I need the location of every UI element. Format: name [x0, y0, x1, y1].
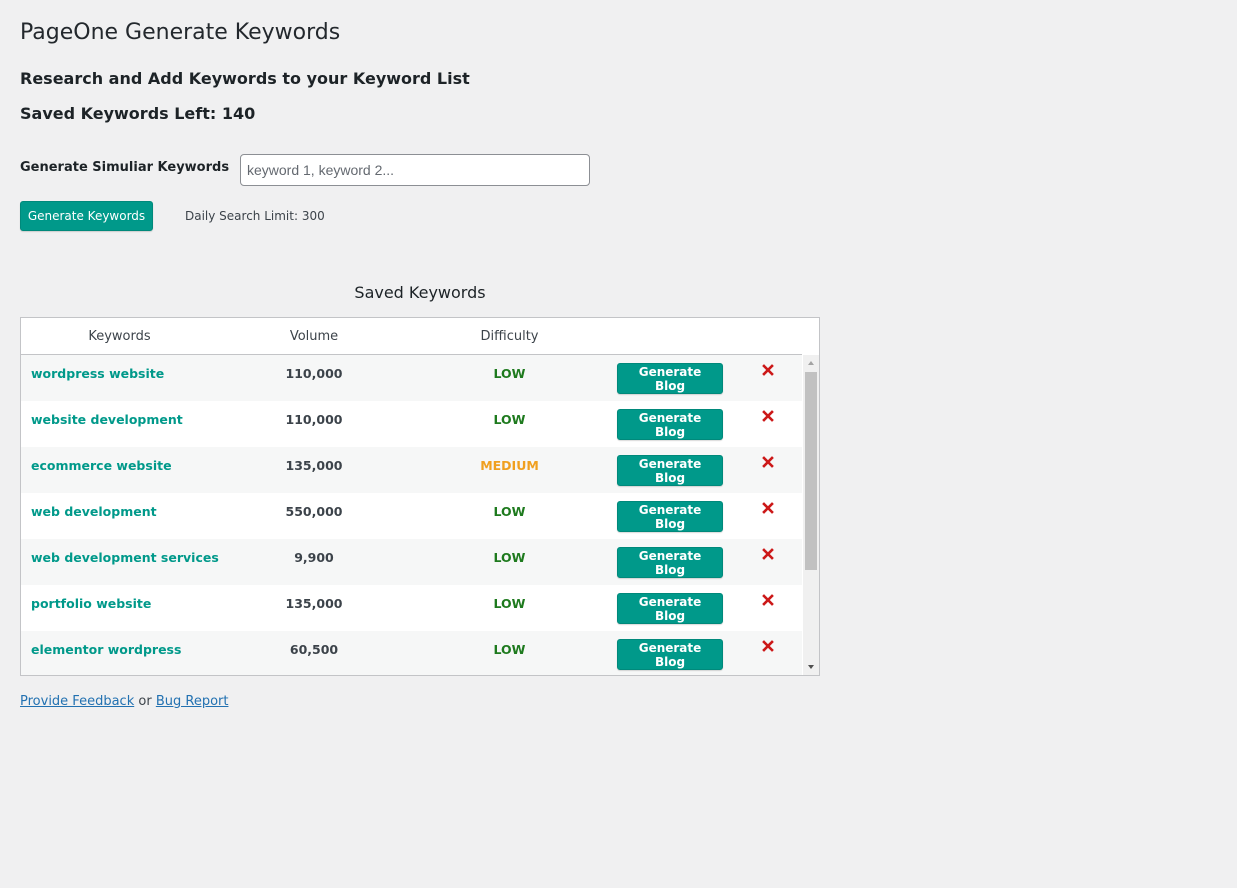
table-row: web development services 9,900 LOW Generate… — [21, 539, 802, 585]
close-icon[interactable] — [761, 547, 775, 561]
keyword-link[interactable]: website development — [31, 412, 183, 427]
generate-keywords-button[interactable]: Generate Keywords — [20, 201, 153, 231]
generate-blog-button[interactable]: Generate Blog — [617, 363, 723, 394]
saved-keywords-heading: Saved Keywords — [354, 283, 486, 302]
keyword-link[interactable]: elementor wordpress — [31, 642, 181, 657]
keyword-link[interactable]: web development — [31, 504, 157, 519]
keywords-page: PageOne Generate Keywords Research and A… — [0, 0, 1237, 888]
page-subtitle: Research and Add Keywords to your Keywor… — [20, 69, 470, 88]
keyword-difficulty: LOW — [493, 596, 526, 611]
generate-blog-button[interactable]: Generate Blog — [617, 639, 723, 670]
keyword-volume: 135,000 — [285, 458, 343, 473]
close-icon[interactable] — [761, 455, 775, 469]
keyword-link[interactable]: wordpress website — [31, 366, 164, 381]
table-body: wordpress website 110,000 LOW Generate Blog… — [21, 355, 802, 675]
page-title: PageOne Generate Keywords — [20, 20, 341, 45]
footer-separator: or — [138, 694, 152, 709]
column-header-volume: Volume — [289, 329, 339, 344]
table-row: web development 550,000 LOW Generate Blog — [21, 493, 802, 539]
bug-report-link[interactable]: Bug Report — [156, 694, 229, 709]
column-header-difficulty: Difficulty — [480, 329, 539, 344]
keyword-difficulty: LOW — [493, 550, 526, 565]
provide-feedback-link[interactable]: Provide Feedback — [20, 694, 134, 709]
keyword-difficulty: LOW — [493, 366, 526, 381]
keyword-difficulty: LOW — [493, 642, 526, 657]
generate-blog-button[interactable]: Generate Blog — [617, 409, 723, 440]
column-header-keywords: Keywords — [88, 329, 151, 344]
table-scrollbar[interactable] — [803, 355, 819, 675]
keyword-volume: 135,000 — [285, 596, 343, 611]
saved-keywords-left: Saved Keywords Left: 140 — [20, 104, 256, 123]
close-icon[interactable] — [761, 501, 775, 515]
close-icon[interactable] — [761, 363, 775, 377]
generate-blog-button[interactable]: Generate Blog — [617, 547, 723, 578]
saved-keywords-table: Keywords Volume Difficulty wordpress web… — [20, 317, 820, 676]
keyword-input[interactable] — [240, 154, 590, 186]
keyword-link[interactable]: web development services — [31, 550, 219, 565]
keyword-link[interactable]: portfolio website — [31, 596, 151, 611]
keyword-volume: 60,500 — [289, 642, 339, 657]
daily-search-limit: Daily Search Limit: 300 — [185, 209, 325, 223]
table-row: ecommerce website 135,000 MEDIUM Generate B… — [21, 447, 802, 493]
footer-links: Provide Feedback or Bug Report — [20, 694, 228, 709]
keyword-link[interactable]: ecommerce website — [31, 458, 172, 473]
close-icon[interactable] — [761, 593, 775, 607]
keyword-volume: 9,900 — [294, 550, 334, 565]
close-icon[interactable] — [761, 409, 775, 423]
chevron-up-icon[interactable] — [803, 355, 819, 371]
chevron-down-icon[interactable] — [803, 659, 819, 675]
table-row: website development 110,000 LOW Generate Bl… — [21, 401, 802, 447]
keyword-volume: 110,000 — [285, 412, 343, 427]
generate-blog-button[interactable]: Generate Blog — [617, 593, 723, 624]
keyword-difficulty: LOW — [493, 412, 526, 427]
table-row: wordpress website 110,000 LOW Generate Blog — [21, 355, 802, 401]
close-icon[interactable] — [761, 639, 775, 653]
generate-blog-button[interactable]: Generate Blog — [617, 501, 723, 532]
scrollbar-thumb[interactable] — [805, 372, 817, 570]
table-header: Keywords Volume Difficulty — [21, 318, 802, 355]
keyword-volume: 110,000 — [285, 366, 343, 381]
generate-keywords-label: Generate Simuliar Keywords — [20, 160, 230, 175]
generate-blog-button[interactable]: Generate Blog — [617, 455, 723, 486]
keyword-difficulty: MEDIUM — [480, 458, 539, 473]
table-row: elementor wordpress 60,500 LOW Generate Blo… — [21, 631, 802, 675]
keyword-volume: 550,000 — [285, 504, 343, 519]
table-row: portfolio website 135,000 LOW Generate Blog — [21, 585, 802, 631]
keyword-difficulty: LOW — [493, 504, 526, 519]
